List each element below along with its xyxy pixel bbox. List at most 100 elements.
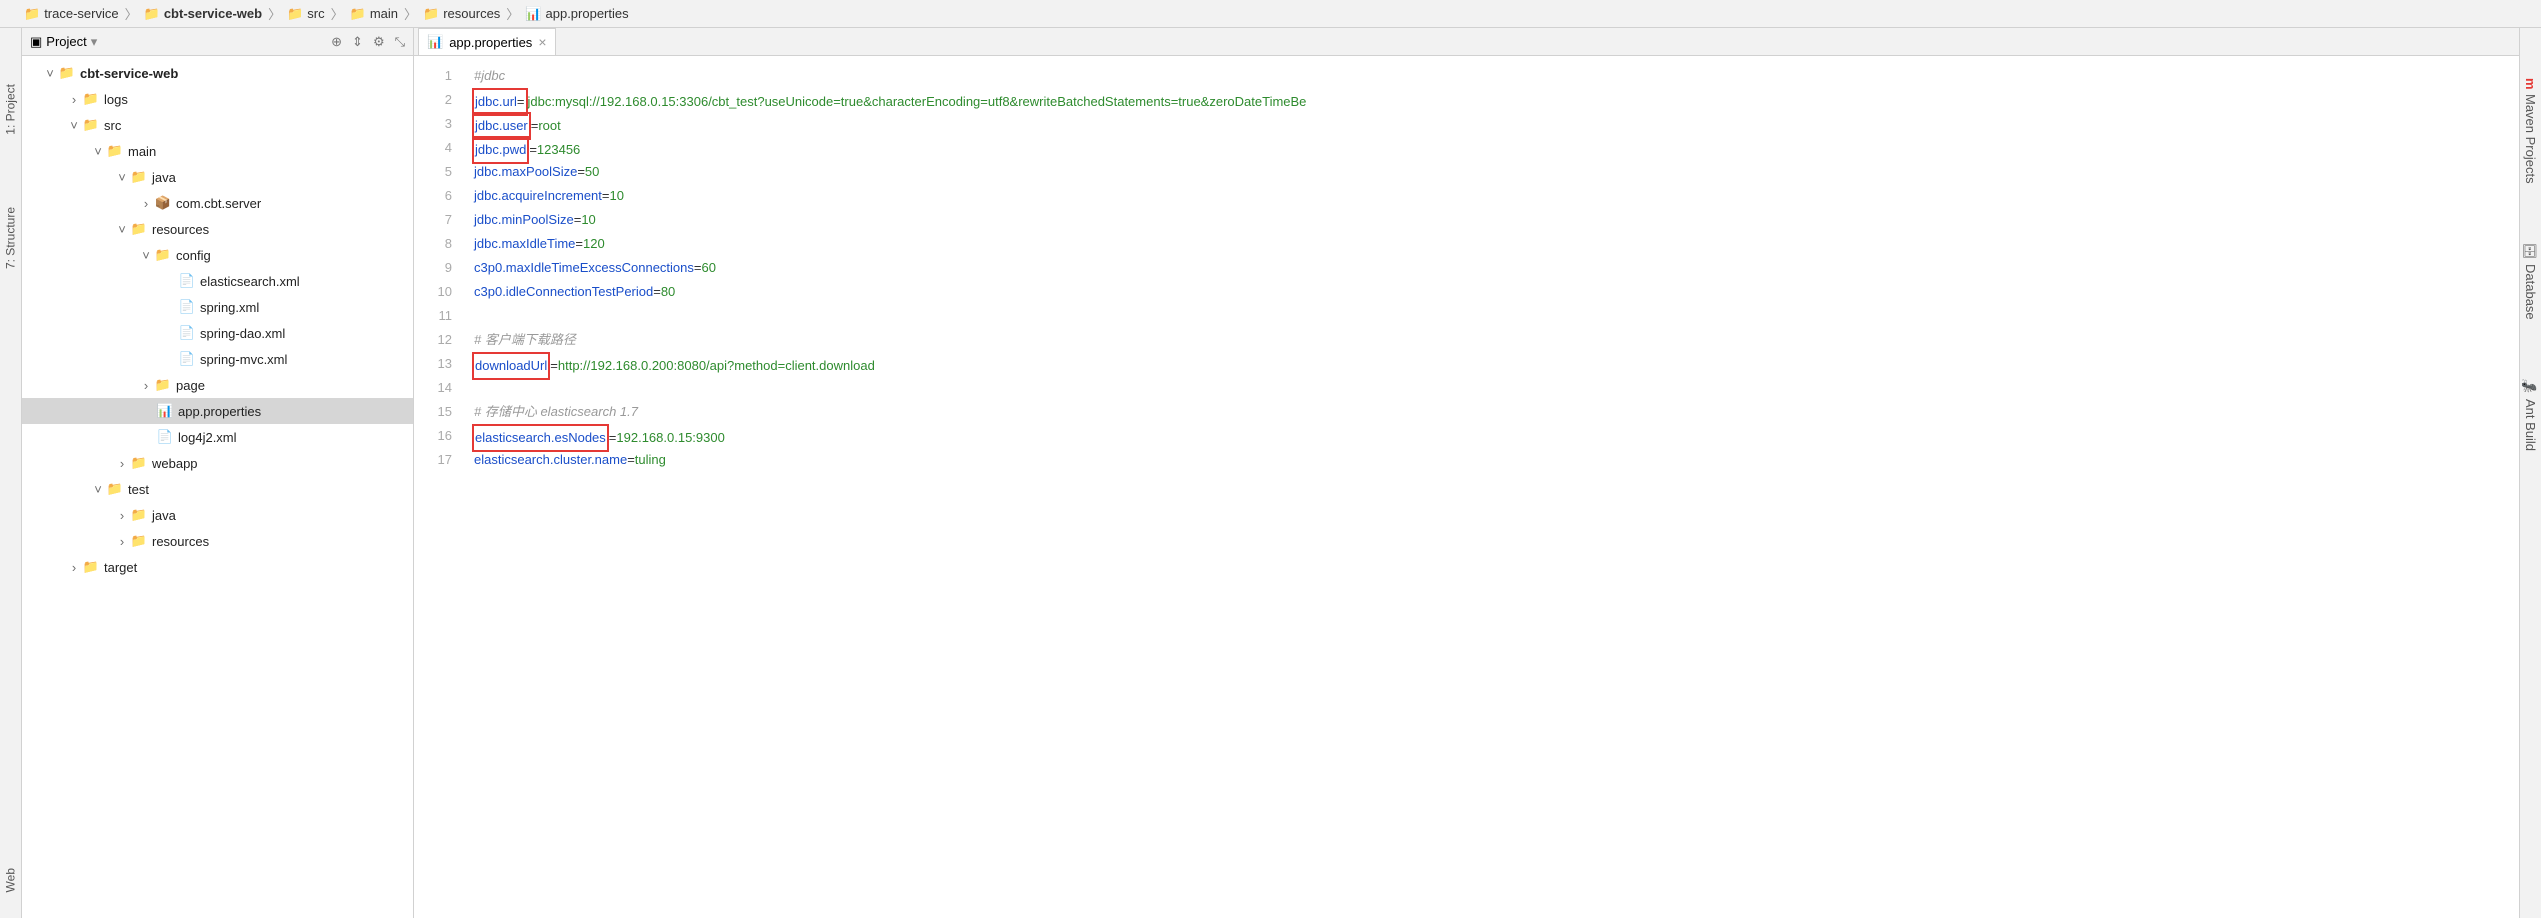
- expand-arrow-icon[interactable]: ›: [114, 456, 130, 471]
- code-value: http://192.168.0.200:8080/api?method=cli…: [558, 358, 875, 373]
- folder-icon: 📁: [423, 6, 439, 22]
- collapse-arrow-icon[interactable]: ˅: [90, 482, 106, 497]
- chevron-right-icon: 〉: [402, 4, 419, 23]
- module-icon: 📁: [24, 6, 40, 22]
- tree-item[interactable]: config: [176, 248, 211, 263]
- properties-file-icon: 📊: [156, 402, 174, 420]
- tree-item[interactable]: log4j2.xml: [178, 430, 237, 445]
- tree-item[interactable]: resources: [152, 222, 209, 237]
- code-value: root: [538, 118, 560, 133]
- breadcrumb-item[interactable]: 📁main: [346, 6, 402, 22]
- collapse-arrow-icon[interactable]: ˅: [114, 222, 130, 237]
- tree-item-root[interactable]: cbt-service-web: [80, 66, 178, 81]
- folder-icon: 📁: [82, 116, 100, 134]
- folder-icon: 📁: [287, 6, 303, 22]
- code-value: 123456: [537, 142, 580, 157]
- folder-icon: 📁: [82, 558, 100, 576]
- tree-item[interactable]: java: [152, 508, 176, 523]
- tab-ant[interactable]: 🐜Ant Build: [2520, 369, 2541, 461]
- tree-item[interactable]: logs: [104, 92, 128, 107]
- folder-icon: 📁: [106, 480, 124, 498]
- code-value: 192.168.0.15:9300: [616, 430, 724, 445]
- code-key: c3p0.maxIdleTimeExcessConnections: [474, 260, 694, 275]
- chevron-right-icon: 〉: [504, 4, 521, 23]
- collapse-arrow-icon[interactable]: ˅: [114, 170, 130, 185]
- close-icon[interactable]: ×: [538, 34, 546, 50]
- code-key: jdbc.maxIdleTime: [474, 236, 575, 251]
- package-icon: 📦: [154, 194, 172, 212]
- tree-item[interactable]: src: [104, 118, 121, 133]
- gear-icon[interactable]: ⚙: [373, 34, 385, 50]
- tree-item[interactable]: java: [152, 170, 176, 185]
- tree-item[interactable]: spring-dao.xml: [200, 326, 285, 341]
- code-key: jdbc.user: [475, 118, 528, 133]
- breadcrumb-item[interactable]: 📊app.properties: [521, 6, 632, 22]
- collapse-arrow-icon[interactable]: ˅: [42, 66, 58, 81]
- project-icon: ▣: [30, 34, 42, 50]
- code-key: jdbc.minPoolSize: [474, 212, 574, 227]
- breadcrumb-item[interactable]: 📁resources: [419, 6, 504, 22]
- tree-item[interactable]: spring-mvc.xml: [200, 352, 287, 367]
- code-key: elasticsearch.esNodes: [475, 430, 606, 445]
- project-tree[interactable]: ˅📁cbt-service-web ›📁logs ˅📁src ˅📁main ˅📁…: [22, 56, 413, 918]
- locate-icon[interactable]: ⊕: [331, 34, 342, 50]
- tree-item[interactable]: main: [128, 144, 156, 159]
- chevron-right-icon: 〉: [266, 4, 283, 23]
- tab-project[interactable]: 1: Project: [0, 78, 21, 141]
- tab-maven[interactable]: mMaven Projects: [2520, 68, 2541, 193]
- xml-file-icon: 📄: [178, 324, 196, 342]
- project-panel: ▣ Project ▾ ⊕ ⇕ ⚙ ⤡ ˅📁cbt-service-web ›📁…: [22, 28, 414, 918]
- tab-database[interactable]: 🗄Database: [2520, 233, 2541, 329]
- test-source-folder-icon: 📁: [130, 506, 148, 524]
- tree-item[interactable]: com.cbt.server: [176, 196, 261, 211]
- code-key: downloadUrl: [475, 358, 547, 373]
- folder-icon: 📁: [106, 142, 124, 160]
- xml-file-icon: 📄: [178, 272, 196, 290]
- tree-item[interactable]: elasticsearch.xml: [200, 274, 300, 289]
- tab-structure[interactable]: 7: Structure: [0, 201, 21, 275]
- expand-arrow-icon[interactable]: ›: [114, 534, 130, 549]
- folder-icon: 📁: [154, 246, 172, 264]
- code-comment: # 存储中心 elasticsearch 1.7: [474, 404, 638, 419]
- tree-item-selected[interactable]: app.properties: [178, 404, 261, 419]
- code-editor[interactable]: 1234567891011121314151617 #jdbc jdbc.url…: [414, 56, 2519, 918]
- project-panel-title: Project: [46, 34, 86, 49]
- folder-icon: 📁: [350, 6, 366, 22]
- tree-item[interactable]: test: [128, 482, 149, 497]
- hide-icon[interactable]: ⤡: [395, 34, 405, 50]
- code-body[interactable]: #jdbc jdbc.url=jdbc:mysql://192.168.0.15…: [464, 56, 1306, 918]
- expand-arrow-icon[interactable]: ›: [66, 92, 82, 107]
- resources-folder-icon: 📁: [130, 220, 148, 238]
- expand-arrow-icon[interactable]: ›: [114, 508, 130, 523]
- collapse-arrow-icon[interactable]: ˅: [66, 118, 82, 133]
- code-value: 80: [661, 284, 675, 299]
- xml-file-icon: 📄: [178, 350, 196, 368]
- expand-arrow-icon[interactable]: ›: [66, 560, 82, 575]
- breadcrumb-item[interactable]: 📁trace-service: [20, 6, 123, 22]
- expand-arrow-icon[interactable]: ›: [138, 378, 154, 393]
- properties-file-icon: 📊: [525, 6, 541, 22]
- code-value: 10: [610, 188, 624, 203]
- folder-icon: 📁: [154, 376, 172, 394]
- breadcrumb-item[interactable]: 📁cbt-service-web: [140, 6, 266, 22]
- expand-arrow-icon[interactable]: ›: [138, 196, 154, 211]
- tree-item[interactable]: target: [104, 560, 137, 575]
- collapse-icon[interactable]: ⇕: [352, 34, 363, 50]
- left-tool-strip: 1: Project 7: Structure Web: [0, 28, 22, 918]
- tree-item[interactable]: spring.xml: [200, 300, 259, 315]
- tree-item[interactable]: webapp: [152, 456, 198, 471]
- code-key: jdbc.pwd: [475, 142, 526, 157]
- code-value: 50: [585, 164, 599, 179]
- code-key: elasticsearch.cluster.name: [474, 452, 627, 467]
- code-comment: # 客户端下载路径: [474, 332, 576, 347]
- tab-web[interactable]: Web: [0, 862, 21, 898]
- collapse-arrow-icon[interactable]: ˅: [138, 248, 154, 263]
- code-value: tuling: [635, 452, 666, 467]
- dropdown-icon[interactable]: ▾: [91, 34, 98, 50]
- collapse-arrow-icon[interactable]: ˅: [90, 144, 106, 159]
- tree-item[interactable]: page: [176, 378, 205, 393]
- gutter: 1234567891011121314151617: [414, 56, 464, 918]
- editor-tab-app-properties[interactable]: 📊 app.properties ×: [418, 28, 556, 55]
- tree-item[interactable]: resources: [152, 534, 209, 549]
- breadcrumb-item[interactable]: 📁src: [283, 6, 329, 22]
